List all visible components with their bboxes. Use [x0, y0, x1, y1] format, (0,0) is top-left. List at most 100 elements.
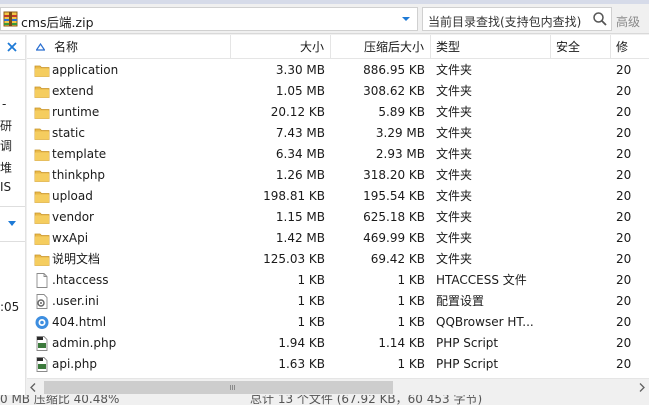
file-name: thinkphp	[52, 168, 106, 182]
status-left: 0 MB 压缩比 40.48%	[0, 395, 120, 405]
file-security	[551, 186, 611, 207]
file-security	[551, 144, 611, 165]
file-row[interactable]: .htaccess 1 KB 1 KB HTACCESS 文件 20	[27, 270, 649, 291]
column-header-label: 类型	[436, 40, 461, 54]
folder-icon	[34, 231, 50, 246]
file-type: 文件夹	[436, 63, 473, 77]
file-security	[551, 249, 611, 270]
horizontal-scrollbar[interactable]	[27, 378, 649, 395]
file-modified: 20	[616, 231, 632, 245]
folder-icon	[34, 63, 50, 78]
file-security	[551, 81, 611, 102]
left-pane-snippet: 堆	[0, 161, 13, 175]
file-row[interactable]: extend 1.05 MB 308.62 KB 文件夹 20	[27, 81, 649, 102]
file-packed-size: 308.62 KB	[363, 84, 425, 98]
file-type: PHP Script	[436, 336, 499, 350]
file-size: 20.12 KB	[270, 105, 325, 119]
status-bar: 0 MB 压缩比 40.48% 总计 13 个文件 (67.92 KB，60 4…	[0, 395, 649, 405]
file-name: .htaccess	[52, 273, 109, 287]
file-modified: 20	[616, 315, 632, 329]
file-modified: 20	[616, 252, 632, 266]
search-field[interactable]: 当前目录查找(支持包内查找)	[422, 7, 612, 31]
scrollbar-thumb[interactable]	[44, 381, 393, 394]
file-packed-size: 1.14 KB	[378, 336, 425, 350]
column-header-size[interactable]: 大小	[231, 35, 331, 59]
path-field[interactable]: cms后端.zip	[0, 7, 418, 31]
file-row[interactable]: application 3.30 MB 886.95 KB 文件夹 20	[27, 60, 649, 81]
file-row[interactable]: api.php 1.63 KB 1 KB PHP Script 20	[27, 354, 649, 375]
search-icon[interactable]	[592, 11, 608, 27]
file-row[interactable]: thinkphp 1.26 MB 318.20 KB 文件夹 20	[27, 165, 649, 186]
file-row[interactable]: upload 198.81 KB 195.54 KB 文件夹 20	[27, 186, 649, 207]
file-name: static	[52, 126, 85, 140]
file-type: 文件夹	[436, 126, 473, 140]
column-header-label: 大小	[299, 40, 324, 54]
chevron-down-icon[interactable]	[401, 14, 411, 24]
file-row[interactable]: 说明文档 125.03 KB 69.42 KB 文件夹 20	[27, 249, 649, 270]
archive-window: cms后端.zip 当前目录查找(支持包内查找) 高级 - 研 调 堆 IS :	[0, 0, 649, 405]
scroll-left-icon[interactable]	[30, 383, 36, 392]
column-header-row: 名称 大小 压缩后大小 类型 安全 修	[27, 35, 649, 59]
file-size: 198.81 KB	[263, 189, 325, 203]
file-size: 1 KB	[297, 273, 325, 287]
left-pane-snippet: 调	[0, 139, 13, 153]
file-row[interactable]: runtime 20.12 KB 5.89 KB 文件夹 20	[27, 102, 649, 123]
file-modified: 20	[616, 63, 632, 77]
file-packed-size: 1 KB	[397, 357, 425, 371]
file-modified: 20	[616, 84, 632, 98]
column-header-label: 安全	[556, 40, 581, 54]
file-size: 1.15 MB	[275, 210, 325, 224]
file-row[interactable]: wxApi 1.42 MB 469.99 KB 文件夹 20	[27, 228, 649, 249]
file-packed-size: 1 KB	[397, 315, 425, 329]
file-size: 1.94 KB	[278, 336, 325, 350]
column-header-modified[interactable]: 修	[611, 35, 649, 59]
file-modified: 20	[616, 147, 632, 161]
file-name: extend	[52, 84, 94, 98]
file-type: 文件夹	[436, 189, 473, 203]
file-name: vendor	[52, 210, 94, 224]
file-packed-size: 3.29 MB	[375, 126, 425, 140]
scroll-right-icon[interactable]	[639, 383, 645, 392]
file-icon	[34, 273, 50, 288]
file-name: .user.ini	[52, 294, 99, 308]
file-list: 名称 大小 压缩后大小 类型 安全 修 application 3.30 MB 88…	[27, 35, 649, 378]
file-packed-size: 469.99 KB	[363, 231, 425, 245]
folder-icon	[34, 147, 50, 162]
column-header-type[interactable]: 类型	[431, 35, 551, 59]
file-row[interactable]: template 6.34 MB 2.93 MB 文件夹 20	[27, 144, 649, 165]
left-pane-snippet: 研	[0, 119, 13, 133]
grip-icon	[230, 385, 235, 390]
column-header-packed-size[interactable]: 压缩后大小	[331, 35, 431, 59]
file-row[interactable]: static 7.43 MB 3.29 MB 文件夹 20	[27, 123, 649, 144]
file-modified: 20	[616, 336, 632, 350]
file-security	[551, 312, 611, 333]
folder-icon	[34, 210, 50, 225]
file-row[interactable]: 404.html 1 KB 1 KB QQBrowser HT... 20	[27, 312, 649, 333]
file-type: 文件夹	[436, 168, 473, 182]
php-file-icon	[34, 336, 50, 351]
file-packed-size: 1 KB	[397, 273, 425, 287]
file-row[interactable]: vendor 1.15 MB 625.18 KB 文件夹 20	[27, 207, 649, 228]
expand-arrow-icon[interactable]	[7, 220, 17, 228]
column-header-security[interactable]: 安全	[551, 35, 611, 59]
settings-file-icon	[34, 294, 50, 309]
file-packed-size: 69.42 KB	[370, 252, 425, 266]
file-security	[551, 228, 611, 249]
file-size: 1.42 MB	[275, 231, 325, 245]
left-pane: - 研 调 堆 IS :05	[0, 35, 26, 405]
file-name: upload	[52, 189, 93, 203]
file-row[interactable]: .user.ini 1 KB 1 KB 配置设置 20	[27, 291, 649, 312]
file-packed-size: 1 KB	[397, 294, 425, 308]
folder-icon	[34, 252, 50, 267]
file-name: api.php	[52, 357, 97, 371]
file-type: 文件夹	[436, 147, 473, 161]
search-placeholder: 当前目录查找(支持包内查找)	[428, 15, 582, 29]
column-header-label: 压缩后大小	[363, 40, 424, 54]
file-security	[551, 291, 611, 312]
file-row[interactable]: admin.php 1.94 KB 1.14 KB PHP Script 20	[27, 333, 649, 354]
file-security	[551, 354, 611, 375]
column-header-name[interactable]: 名称	[27, 35, 231, 59]
close-icon[interactable]	[6, 41, 18, 53]
folder-icon	[34, 126, 50, 141]
advanced-search-link[interactable]: 高级	[616, 13, 640, 30]
